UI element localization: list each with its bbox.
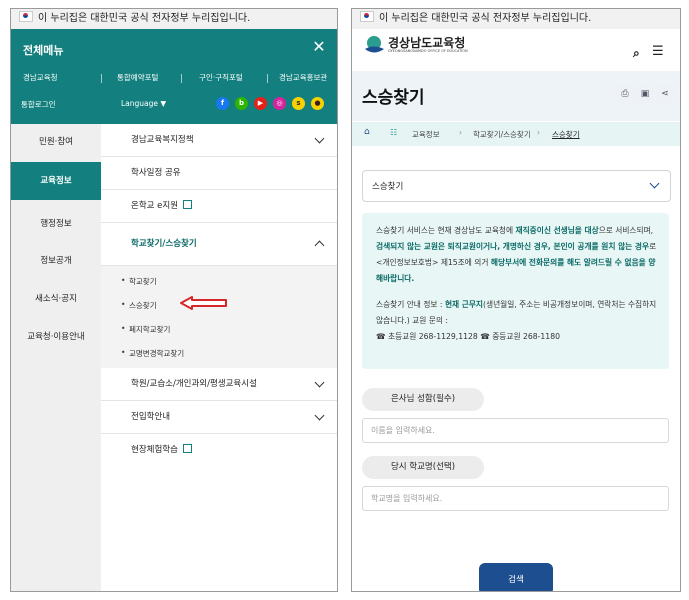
breadcrumb-current[interactable]: 스승찾기	[552, 129, 580, 140]
info-paragraph: 스승찾기 서비스는 현재 경상남도 교육청에 재직중이신 선생님을 대상으로 서…	[376, 226, 657, 283]
chevron-right-icon: ›	[459, 128, 462, 137]
link-gne[interactable]: 경남교육청	[23, 72, 58, 83]
menu-icon[interactable]: ☰	[652, 44, 664, 59]
submenu-panel: 경남교육복지정책 학사일정 공유 온학교 e지원 학교찾기/스승찾기 학교찾기 …	[101, 124, 337, 591]
language-select[interactable]: Language ▼	[121, 99, 166, 108]
contact-phone: ☎ 초등교원 268-1129,1128 ☎ 중등교원 268-1180	[376, 332, 560, 341]
link-jobs[interactable]: 구인·구직포털	[199, 72, 243, 83]
menu-item-transfer[interactable]: 전입학안내	[101, 401, 337, 434]
school-name-input[interactable]	[362, 486, 669, 511]
teacher-name-label: 은사님 성함(필수)	[362, 388, 484, 411]
breadcrumb: ⌂ ☷ 교육정보 › 학교찾기/스승찾기 › 스승찾기	[352, 122, 680, 146]
menu-item-field-trip[interactable]: 현장체험학습	[101, 434, 337, 467]
home-icon[interactable]: ⌂	[364, 127, 370, 137]
chevron-down-icon	[314, 377, 325, 388]
login-link[interactable]: 통합로그인	[21, 99, 56, 110]
divider	[101, 74, 102, 83]
logo[interactable]: 경상남도교육청 GYEONGSANGNAMDO OFFICE OF EDUCAT…	[363, 34, 475, 56]
gov-banner: 이 누리집은 대한민국 공식 전자정부 누리집입니다.	[352, 9, 680, 29]
link-pr[interactable]: 경남교육홍보관	[279, 72, 327, 83]
kakaotalk-icon[interactable]: ●	[311, 97, 324, 110]
school-name-label: 당시 학교명(선택)	[362, 456, 484, 479]
chevron-right-icon: ›	[537, 128, 540, 137]
caret-down-icon: ▼	[160, 99, 167, 108]
submenu-list: 학교찾기 스승찾기 폐지학교찾기 교명변경학교찾기	[101, 266, 337, 368]
left-screenshot: 이 누리집은 대한민국 공식 전자정부 누리집입니다. 전체메뉴 ✕ 경남교육청…	[10, 8, 338, 592]
chevron-up-icon	[314, 240, 325, 251]
submenu-item-closed-school[interactable]: 폐지학교찾기	[121, 324, 170, 335]
instagram-icon[interactable]: ◎	[273, 97, 286, 110]
sidebar-item-disclosure[interactable]: 정보공개	[11, 254, 101, 266]
right-screenshot: 이 누리집은 대한민국 공식 전자정부 누리집입니다. 경상남도교육청 GYEO…	[351, 8, 681, 592]
print-icon[interactable]: ⎙	[616, 85, 634, 103]
sidebar-item-admin[interactable]: 행정정보	[11, 217, 101, 229]
external-link-icon	[183, 200, 193, 209]
menu-item-academy[interactable]: 학원/교습소/개인과외/평생교육시설	[101, 368, 337, 401]
submenu-item-school[interactable]: 학교찾기	[121, 276, 156, 287]
divider	[181, 74, 182, 83]
close-icon[interactable]: ✕	[311, 39, 327, 55]
gov-banner: 이 누리집은 대한민국 공식 전자정부 누리집입니다.	[11, 9, 337, 29]
full-menu-header: 전체메뉴 ✕ 경남교육청 통합예약포털 구인·구직포털 경남교육홍보관 통합로그…	[11, 29, 337, 124]
menu-item-schedule[interactable]: 학사일정 공유	[101, 157, 337, 190]
youtube-icon[interactable]: ▶	[254, 97, 267, 110]
qr-icon[interactable]: ▣	[636, 85, 654, 103]
search-icon[interactable]: ⌕	[633, 46, 640, 61]
blog-icon[interactable]: b	[235, 97, 248, 110]
teacher-search-accordion[interactable]: 스승찾기	[362, 170, 671, 202]
accordion-label: 스승찾기	[372, 182, 404, 192]
kakaostory-icon[interactable]: s	[292, 97, 305, 110]
breadcrumb-item[interactable]: 학교찾기/스승찾기	[473, 129, 531, 140]
korea-flag-icon	[360, 11, 374, 22]
chevron-down-icon	[649, 178, 660, 189]
divider	[267, 74, 268, 83]
submenu-item-teacher[interactable]: 스승찾기	[121, 300, 156, 311]
korea-flag-icon	[19, 11, 33, 22]
info-box: 스승찾기 서비스는 현재 경상남도 교육청에 재직중이신 선생님을 대상으로 서…	[362, 213, 669, 369]
teacher-name-input[interactable]	[362, 418, 669, 443]
link-reservation[interactable]: 통합예약포털	[117, 72, 158, 83]
menu-tree-icon[interactable]: ☷	[390, 128, 397, 137]
menu-item-welfare[interactable]: 경남교육복지정책	[101, 124, 337, 157]
sidebar-item-education-info[interactable]: 교육정보	[11, 162, 101, 200]
chevron-down-icon	[314, 133, 325, 144]
share-icon[interactable]: ⋖	[656, 85, 674, 103]
red-arrow-annotation	[180, 296, 227, 310]
menu-item-onschool[interactable]: 온학교 e지원	[101, 190, 337, 223]
breadcrumb-item[interactable]: 교육정보	[412, 129, 440, 140]
logo-subtitle: GYEONGSANGNAMDO OFFICE OF EDUCATION	[388, 49, 468, 53]
facebook-icon[interactable]: f	[216, 97, 229, 110]
sidebar-item-guide[interactable]: 교육청·이용안내	[11, 330, 101, 342]
emblem-icon	[365, 36, 384, 53]
menu-item-school-teacher-finder[interactable]: 학교찾기/스승찾기	[101, 223, 337, 266]
search-button[interactable]: 검색	[479, 563, 553, 591]
sidebar-item-civil[interactable]: 민원·참여	[11, 135, 101, 147]
sidebar-item-news[interactable]: 새소식·공지	[11, 292, 101, 304]
external-link-icon	[182, 444, 192, 453]
info-paragraph: 스승찾기 안내 정보 : 현재 근무지(생년월일, 주소는 비공개정보이며, 연…	[376, 300, 657, 325]
sidebar: 민원·참여 교육정보 행정정보 정보공개 새소식·공지 교육청·이용안내	[11, 124, 101, 591]
chevron-down-icon	[314, 410, 325, 421]
page-title: 스승찾기	[362, 88, 425, 108]
full-menu-title: 전체메뉴	[23, 44, 64, 57]
submenu-item-renamed-school[interactable]: 교명변경학교찾기	[121, 348, 184, 359]
